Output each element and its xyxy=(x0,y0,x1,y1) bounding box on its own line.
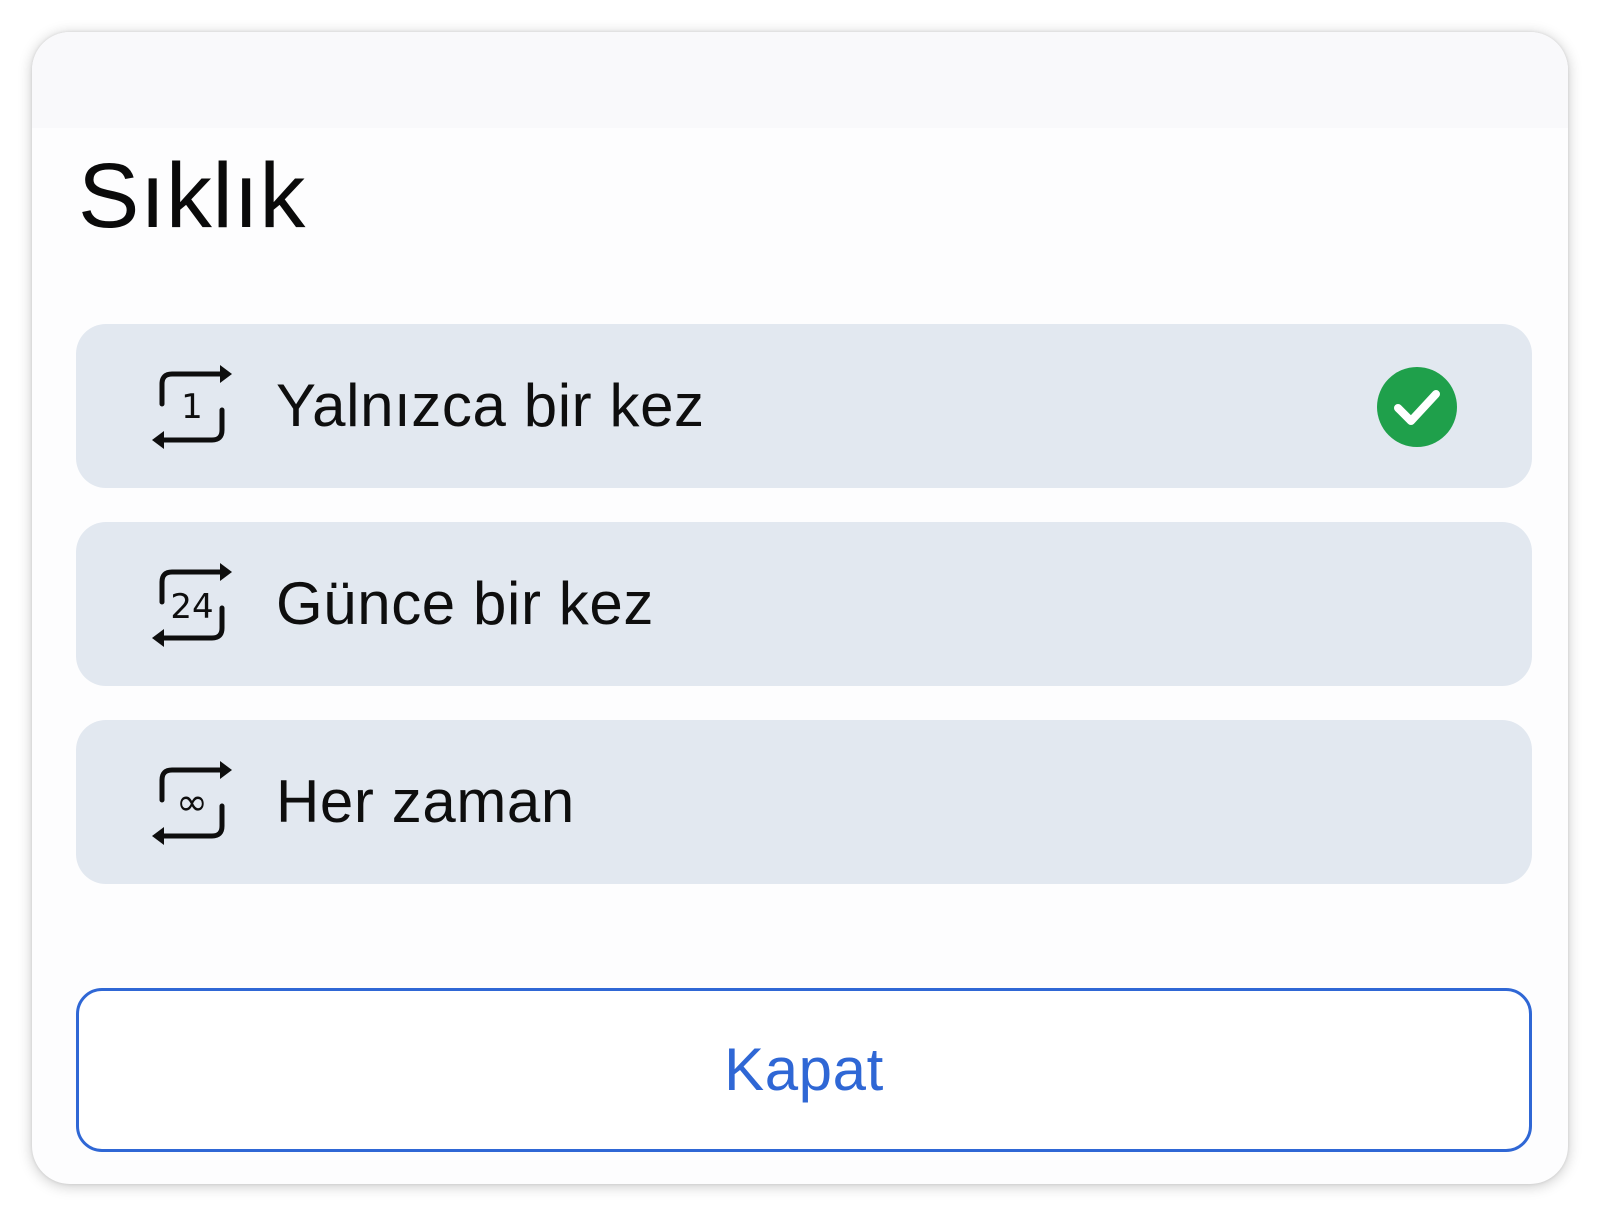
close-button[interactable]: Kapat xyxy=(76,988,1532,1152)
icon-glyph: 1 xyxy=(181,387,203,427)
repeat-always-icon: ∞ xyxy=(148,758,236,846)
frequency-options-list: 1 Yalnızca bir kez 24 Günce bir kez ∞ He… xyxy=(76,324,1532,918)
repeat-once-icon: 1 xyxy=(148,362,236,450)
option-always[interactable]: ∞ Her zaman xyxy=(76,720,1532,884)
icon-glyph: ∞ xyxy=(176,780,208,824)
option-daily[interactable]: 24 Günce bir kez xyxy=(76,522,1532,686)
checkmark-circle-icon xyxy=(1376,366,1458,448)
dialog-header-band xyxy=(32,32,1568,128)
dialog-title: Sıklık xyxy=(78,145,306,247)
icon-glyph: 24 xyxy=(170,587,213,627)
frequency-dialog: Sıklık 1 Yalnızca bir kez 24 Günce bir k… xyxy=(32,32,1568,1184)
option-once[interactable]: 1 Yalnızca bir kez xyxy=(76,324,1532,488)
option-label: Yalnızca bir kez xyxy=(276,372,705,439)
option-label: Günce bir kez xyxy=(276,570,654,637)
repeat-daily-icon: 24 xyxy=(148,560,236,648)
option-label: Her zaman xyxy=(276,768,575,835)
